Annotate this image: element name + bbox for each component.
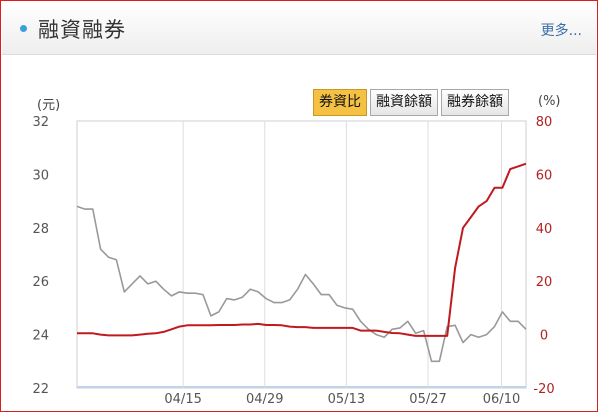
x-tick-label: 05/27 xyxy=(409,392,446,407)
right-tick-label: 60 xyxy=(536,168,553,183)
left-tick-label: 22 xyxy=(32,382,49,397)
right-tick-label: 0 xyxy=(540,329,548,344)
right-tick-label: 80 xyxy=(536,115,553,130)
x-tick-label: 04/15 xyxy=(164,392,201,407)
left-tick-label: 32 xyxy=(32,115,49,130)
right-tick-label: 40 xyxy=(536,222,553,237)
price-line-series xyxy=(76,205,527,363)
left-tick-label: 26 xyxy=(32,275,49,290)
right-tick-label: -20 xyxy=(533,382,554,397)
left-tick-label: 30 xyxy=(32,168,49,183)
margin-chart: 04/15 04/29 05/13 05/27 06/10 22 24 26 28 30 32 -20… xyxy=(32,115,554,407)
left-tick-label: 28 xyxy=(32,222,49,237)
x-tick-label: 05/13 xyxy=(328,392,365,407)
x-tick-label: 04/29 xyxy=(246,392,283,407)
x-tick-label: 06/10 xyxy=(483,392,520,407)
short-margin-ratio-series xyxy=(77,162,527,337)
right-tick-label: 20 xyxy=(536,275,553,290)
left-tick-label: 24 xyxy=(32,329,49,344)
